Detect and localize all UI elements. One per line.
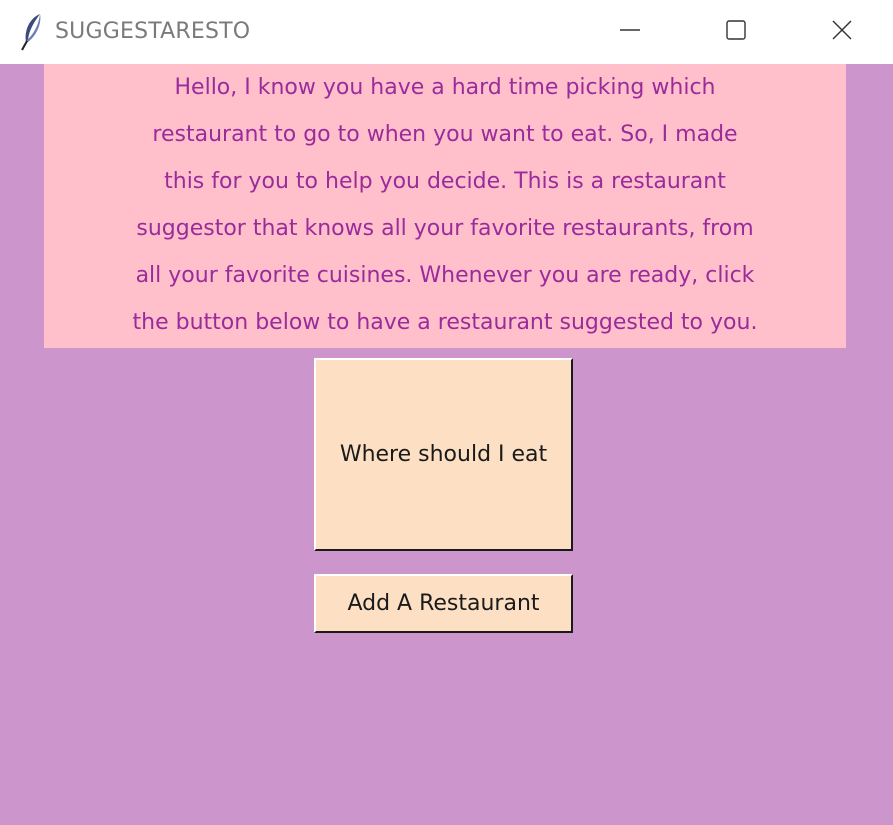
message-line: Hello, I know you have a hard time picki… <box>174 75 716 100</box>
message-line: this for you to help you decide. This is… <box>164 169 726 194</box>
minimize-icon <box>619 19 641 41</box>
minimize-button[interactable] <box>600 0 660 60</box>
add-restaurant-button[interactable]: Add A Restaurant <box>314 574 573 633</box>
close-button[interactable] <box>812 0 872 60</box>
maximize-button[interactable] <box>706 0 766 60</box>
message-line: all your favorite cuisines. Whenever you… <box>135 263 755 288</box>
title-bar[interactable]: SUGGESTARESTO <box>0 0 893 64</box>
window-title: SUGGESTARESTO <box>55 19 251 44</box>
where-should-i-eat-button[interactable]: Where should I eat <box>314 358 573 551</box>
message-line: the button below to have a restaurant su… <box>132 310 758 335</box>
intro-message-panel: Hello, I know you have a hard time picki… <box>44 64 846 348</box>
maximize-icon <box>725 19 747 41</box>
where-should-i-eat-label: Where should I eat <box>339 442 548 467</box>
add-restaurant-label: Add A Restaurant <box>347 591 540 616</box>
feather-icon <box>18 12 46 52</box>
message-line: suggestor that knows all your favorite r… <box>136 216 754 241</box>
message-line: restaurant to go to when you want to eat… <box>152 122 738 147</box>
app-window: SUGGESTARESTO Hello, I know you have a h… <box>0 0 893 825</box>
intro-message: Hello, I know you have a hard time picki… <box>85 64 805 346</box>
close-icon <box>831 19 853 41</box>
